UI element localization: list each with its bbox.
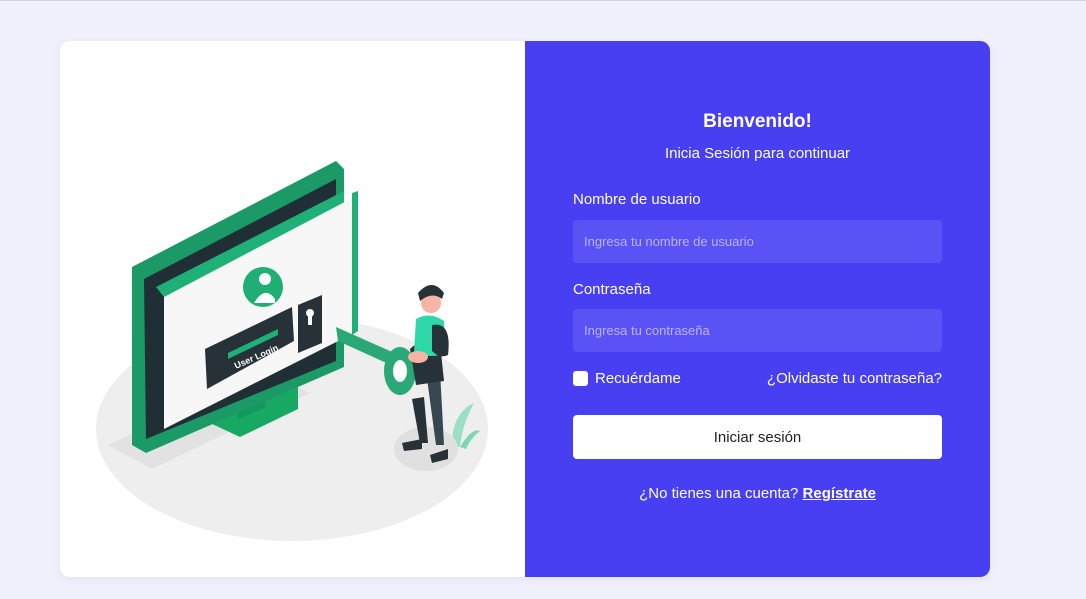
password-label: Contraseña — [573, 281, 651, 298]
username-label: Nombre de usuario — [573, 191, 701, 208]
user-login-illustration: User Login — [96, 161, 488, 541]
username-input[interactable] — [573, 220, 942, 263]
forgot-password-link[interactable]: ¿Olvidaste tu contraseña? — [767, 370, 942, 387]
login-panel: Bienvenido! Inicia Sesión para continuar… — [525, 41, 990, 577]
password-input[interactable] — [573, 309, 942, 352]
keyhole-icon — [298, 295, 322, 353]
login-card: User Login Bienvenido! Inicia Sesión par… — [60, 41, 990, 577]
illustration-panel: User Login — [60, 41, 525, 577]
welcome-title: Bienvenido! — [703, 111, 812, 132]
remember-me-toggle[interactable]: Recuérdame — [573, 370, 681, 387]
user-avatar-icon — [243, 267, 283, 307]
signup-link[interactable]: Regístrate — [803, 485, 876, 502]
signup-prompt: ¿No tienes una cuenta? Regístrate — [525, 485, 990, 502]
browser-top-border — [0, 0, 1086, 1]
signup-prompt-text: ¿No tienes una cuenta? — [639, 485, 799, 502]
remember-me-label: Recuérdame — [595, 370, 681, 387]
welcome-subtitle: Inicia Sesión para continuar — [664, 145, 851, 162]
remember-me-checkbox[interactable] — [573, 371, 588, 386]
login-button[interactable]: Iniciar sesión — [573, 415, 942, 459]
